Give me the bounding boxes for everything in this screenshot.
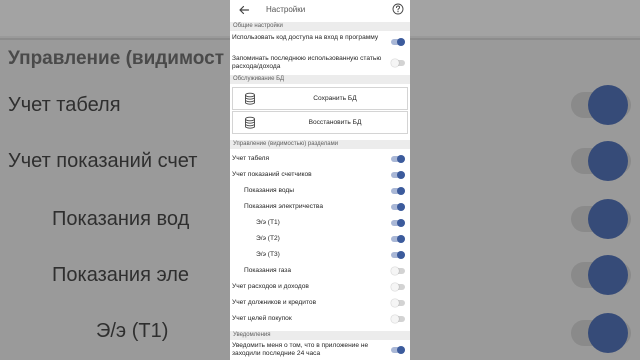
visibility-row-gas[interactable]: Показания газа xyxy=(230,265,410,277)
background-toggle-knob xyxy=(588,199,628,239)
visibility-label: Учет целей покупок xyxy=(232,315,292,322)
water-toggle[interactable] xyxy=(391,187,405,195)
database-icon xyxy=(245,116,255,129)
inactivity-toggle[interactable] xyxy=(391,346,405,354)
visibility-label: Учет табеля xyxy=(232,155,270,162)
background-row-label: Учет табеля xyxy=(8,94,121,116)
visibility-row-timesheet[interactable]: Учет табеля xyxy=(230,153,410,165)
visibility-row-electricity[interactable]: Показания электричества xyxy=(230,201,410,213)
background-row-label: Э/э (Т1) xyxy=(96,320,169,342)
visibility-row-t2[interactable]: Э/э (Т2) xyxy=(230,233,410,245)
visibility-row-water[interactable]: Показания воды xyxy=(230,185,410,197)
visibility-label: Э/э (Т1) xyxy=(256,219,280,226)
visibility-label: Показания газа xyxy=(244,267,291,274)
background-toggle-knob xyxy=(588,255,628,295)
remember-category-toggle[interactable] xyxy=(391,59,405,67)
background-row-label: Показания вод xyxy=(52,208,190,230)
section-label: Уведомления xyxy=(233,332,271,338)
background-section-header: Управление (видимост xyxy=(8,48,225,69)
visibility-row-t1[interactable]: Э/э (Т1) xyxy=(230,217,410,229)
section-visibility: Управление (видимостью) разделами xyxy=(230,140,410,149)
setting-label: Использовать код доступа на вход в прогр… xyxy=(232,34,379,41)
save-db-button[interactable]: Сохранить БД xyxy=(232,87,408,110)
section-notifications: Уведомления xyxy=(230,331,410,340)
section-label: Обслуживание БД xyxy=(233,76,285,82)
visibility-label: Показания электричества xyxy=(244,203,324,210)
expenses-toggle[interactable] xyxy=(391,283,405,291)
visibility-label: Учет расходов и доходов xyxy=(232,283,309,290)
restore-db-button[interactable]: Восстановить БД xyxy=(232,111,408,134)
background-toggle-knob xyxy=(588,141,628,181)
electricity-toggle[interactable] xyxy=(391,203,405,211)
notification-row-inactivity[interactable]: Уведомить меня о том, что в приложение н… xyxy=(230,341,410,360)
app-bar: Настройки xyxy=(230,0,410,20)
setting-row-passcode[interactable]: Использовать код доступа на вход в прогр… xyxy=(230,32,410,52)
passcode-toggle[interactable] xyxy=(391,38,405,46)
page-title: Настройки xyxy=(266,5,306,14)
visibility-row-goals[interactable]: Учет целей покупок xyxy=(230,313,410,325)
background-toggle-knob xyxy=(588,313,628,353)
background-row-label: Учет показаний счет xyxy=(8,150,198,172)
help-circle-icon[interactable] xyxy=(392,3,404,15)
debtors-toggle[interactable] xyxy=(391,299,405,307)
visibility-label: Э/э (Т3) xyxy=(256,251,280,258)
t1-toggle[interactable] xyxy=(391,219,405,227)
background-row-label: Показания эле xyxy=(52,264,190,286)
visibility-label: Э/э (Т2) xyxy=(256,235,280,242)
restore-db-label: Восстановить БД xyxy=(308,119,362,126)
setting-label: Запоминать последнюю использованную стат… xyxy=(232,55,382,70)
save-db-label: Сохранить БД xyxy=(313,95,357,102)
meters-toggle[interactable] xyxy=(391,171,405,179)
section-label: Общие настройки xyxy=(233,23,283,29)
t3-toggle[interactable] xyxy=(391,251,405,259)
visibility-row-debtors[interactable]: Учет должников и кредитов xyxy=(230,297,410,309)
goals-toggle[interactable] xyxy=(391,315,405,323)
gas-toggle[interactable] xyxy=(391,267,405,275)
section-general: Общие настройки xyxy=(230,22,410,31)
setting-row-remember-category[interactable]: Запоминать последнюю использованную стат… xyxy=(230,53,410,73)
settings-screen: Настройки Общие настройки Использовать к… xyxy=(230,0,410,360)
database-icon xyxy=(245,92,255,105)
arrow-left-icon[interactable] xyxy=(238,4,250,16)
visibility-row-t3[interactable]: Э/э (Т3) xyxy=(230,249,410,261)
visibility-row-expenses[interactable]: Учет расходов и доходов xyxy=(230,281,410,293)
visibility-label: Показания воды xyxy=(244,187,294,194)
notification-label: Уведомить меня о том, что в приложение н… xyxy=(232,342,369,357)
t2-toggle[interactable] xyxy=(391,235,405,243)
visibility-label: Учет должников и кредитов xyxy=(232,299,317,306)
visibility-row-meters[interactable]: Учет показаний счетчиков xyxy=(230,169,410,181)
timesheet-toggle[interactable] xyxy=(391,155,405,163)
section-db: Обслуживание БД xyxy=(230,75,410,84)
section-label: Управление (видимостью) разделами xyxy=(233,141,339,147)
visibility-label: Учет показаний счетчиков xyxy=(232,171,312,178)
background-toggle-knob xyxy=(588,85,628,125)
